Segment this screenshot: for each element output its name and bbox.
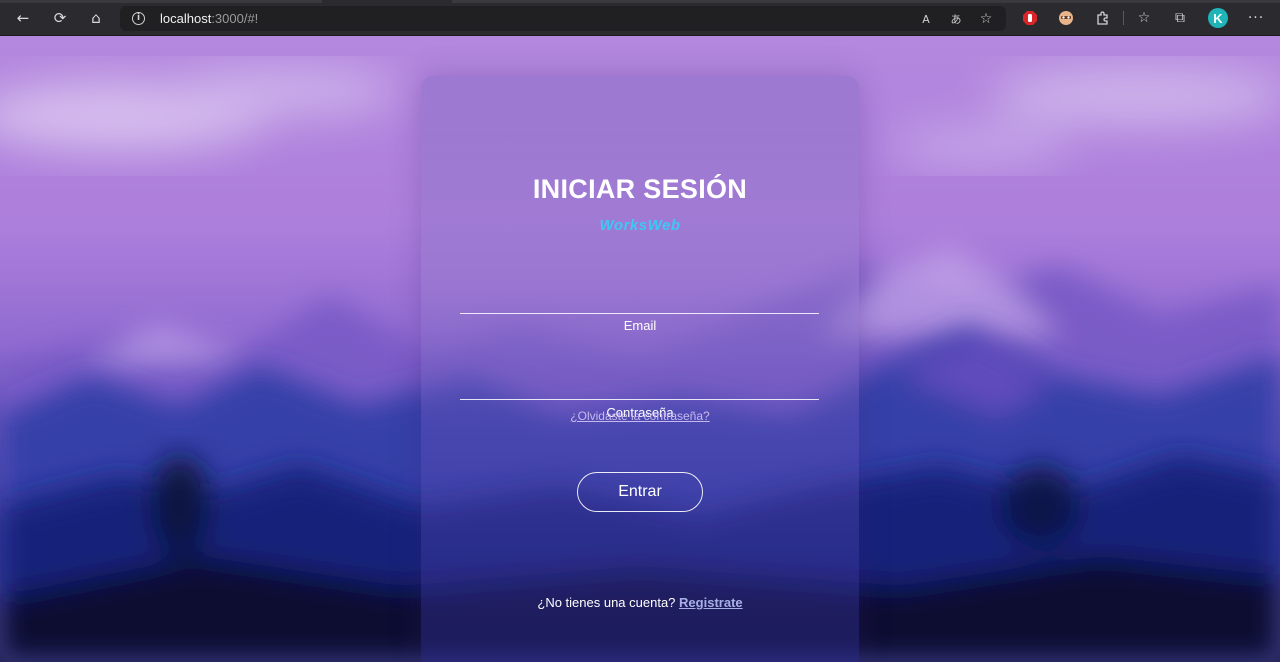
avatar-extension-icon[interactable] [1055,8,1077,28]
translate-icon[interactable]: あ [944,9,968,29]
read-aloud-icon[interactable]: A [914,9,938,29]
login-button[interactable]: Entrar [577,472,703,512]
collections-icon[interactable]: ⧉ [1169,8,1191,28]
favorites-icon[interactable]: ☆ [1133,8,1155,28]
login-card: INICIAR SESIÓN WorksWeb Email Contraseña… [421,76,859,662]
browser-toolbar: ← ⟳ ⌂ i localhost:3000/#! A あ ☆ ☆ ⧉ K ··… [0,0,1280,36]
forgot-password-link[interactable]: ¿Olvidaste la contraseña? [421,409,859,423]
url-host: localhost [160,11,212,26]
profile-avatar[interactable]: K [1207,8,1229,28]
page-title: INICIAR SESIÓN [532,174,748,204]
add-favorite-icon[interactable]: ☆ [974,9,998,29]
email-field[interactable] [460,313,819,314]
tab-indicator [0,0,322,3]
extensions-icon[interactable] [1092,8,1114,28]
url-path: :3000/#! [211,11,259,26]
email-label: Email [623,318,657,333]
password-field[interactable] [460,399,819,400]
tab-indicator [452,0,1280,3]
signup-link[interactable]: Registrate [679,595,743,610]
brand-logo: WorksWeb [599,217,681,234]
info-icon[interactable]: i [132,12,145,25]
home-icon[interactable]: ⌂ [84,7,108,29]
address-bar-actions: A あ ☆ [914,9,998,29]
signup-prompt: ¿No tienes una cuenta? [537,595,676,610]
url-text[interactable]: localhost:3000/#! [160,11,258,26]
refresh-icon[interactable]: ⟳ [48,7,72,29]
page-viewport: INICIAR SESIÓN WorksWeb Email Contraseña… [0,36,1280,662]
address-bar[interactable]: i localhost:3000/#! A あ ☆ [120,6,1006,31]
back-icon[interactable]: ← [11,7,35,29]
more-menu-icon[interactable]: ··· [1245,8,1267,28]
profile-initial: K [1208,8,1228,28]
toolbar-divider [1123,11,1124,25]
signup-row: ¿No tienes una cuenta? Registrate [421,595,859,610]
adblock-extension-icon[interactable] [1019,8,1041,28]
